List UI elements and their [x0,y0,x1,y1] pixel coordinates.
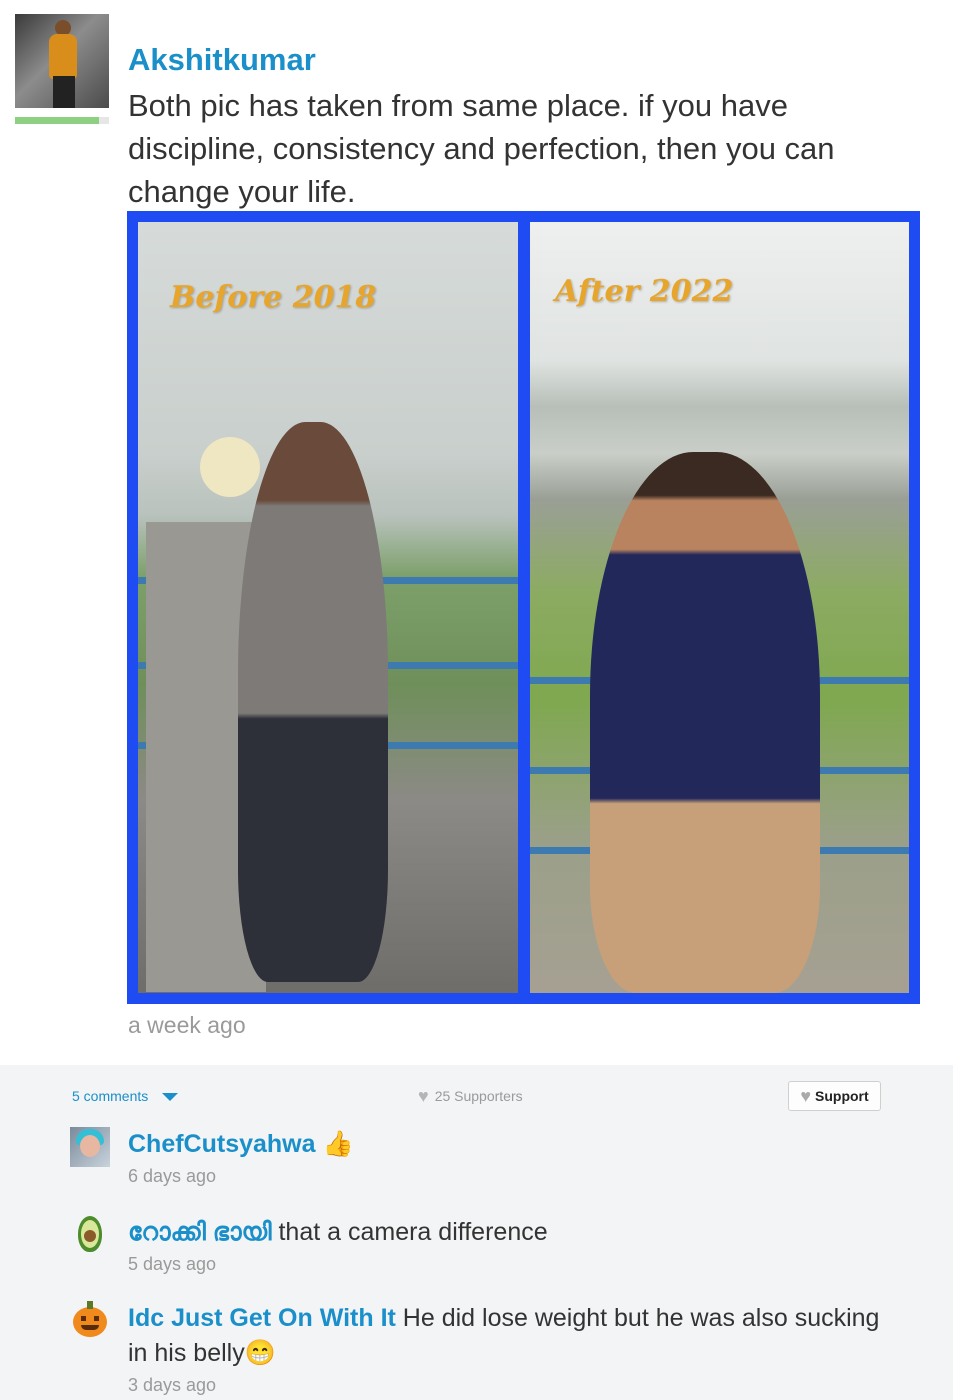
pumpkin-stem [87,1301,93,1309]
comment-body: റോക്കി ഭായി that a camera difference 5 d… [128,1215,888,1275]
post-text: Both pic has taken from same place. if y… [128,88,835,209]
heart-icon: ♥ [800,1086,812,1106]
comment-text: 👍 [322,1130,354,1158]
person-before [238,422,388,982]
post-author-name[interactable]: Akshitkumar [128,42,316,78]
comment-body: ChefCutsyahwa 👍 6 days ago [128,1127,888,1187]
comment-author-name[interactable]: റോക്കി ഭായി [128,1218,272,1246]
comment-text: that a camera difference [278,1218,548,1246]
comment-line: ChefCutsyahwa 👍 [128,1127,888,1162]
avocado-pit [84,1230,96,1242]
post-timestamp: a week ago [128,1012,246,1038]
before-photo-panel: Before 2018 [138,222,518,993]
comment-author-name[interactable]: ChefCutsyahwa [128,1130,316,1158]
avatar-legs [53,76,75,108]
pumpkin-eyes [81,1316,99,1321]
comment-author-name[interactable]: Idc Just Get On With It [128,1304,396,1332]
avocado-icon[interactable] [70,1215,110,1255]
avatar-face [80,1135,100,1157]
pumpkin-icon[interactable] [70,1301,110,1341]
pumpkin-shape [73,1301,107,1337]
comments-section: 5 comments ♥ 25 Supporters ♥ Support Che… [0,1065,953,1400]
avocado-shape [78,1216,102,1252]
comment-timestamp: 5 days ago [128,1254,217,1274]
author-avatar[interactable] [15,14,109,108]
comment-body: Idc Just Get On With It He did lose weig… [128,1301,888,1396]
comments-count-link[interactable]: 5 comments [72,1088,148,1104]
after-photo-panel: After 2022 [530,222,909,993]
comment-author-avatar[interactable] [70,1127,110,1167]
supporters-label: 25 Supporters [434,1088,523,1104]
avatar-body [49,34,77,79]
support-button[interactable]: ♥ Support [788,1081,881,1111]
post-meta-row: 5 comments ♥ 25 Supporters ♥ Support [0,1065,953,1125]
person-after [590,452,820,993]
before-label: Before 2018 [170,280,377,315]
comment-line: Idc Just Get On With It He did lose weig… [128,1301,888,1371]
post-image[interactable]: Before 2018 After 2022 [127,211,920,1004]
after-label: After 2022 [555,274,734,309]
post-card: Akshitkumar Both pic has taken from same… [0,0,953,1065]
chevron-down-icon[interactable] [162,1093,178,1101]
supporters-count: ♥ 25 Supporters [418,1086,523,1106]
level-progress-bar [15,117,109,124]
support-button-label: Support [815,1088,869,1104]
pumpkin-mouth [81,1325,99,1330]
comment-line: റോക്കി ഭായി that a camera difference [128,1215,888,1250]
comment-timestamp: 6 days ago [128,1166,217,1186]
heart-icon: ♥ [418,1086,429,1106]
lamp-globe [200,437,260,497]
level-progress-fill [15,117,99,124]
comment-timestamp: 3 days ago [128,1375,217,1395]
